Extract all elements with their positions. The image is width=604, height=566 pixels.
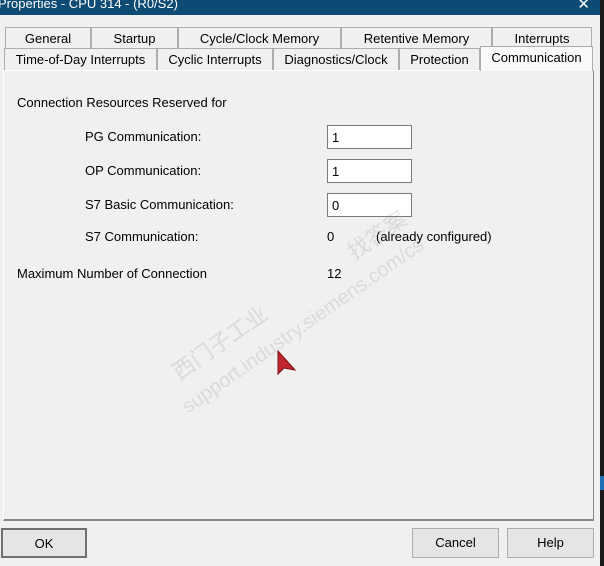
tab-time-of-day-interrupts[interactable]: Time-of-Day Interrupts [4,48,157,70]
tab-label: Cycle/Clock Memory [199,31,320,46]
s7-value: 0 [327,229,335,244]
ok-button[interactable]: OK [1,528,87,558]
pg-label: PG Communication: [85,129,202,144]
mouse-cursor-icon [277,350,297,376]
tab-label: Diagnostics/Clock [284,52,388,67]
button-label: Help [537,535,564,550]
tab-general[interactable]: General [5,27,91,49]
tab-diagnostics-clock[interactable]: Diagnostics/Clock [273,48,399,70]
tab-communication[interactable]: Communication [480,46,593,71]
tab-cycle-clock-memory[interactable]: Cycle/Clock Memory [178,27,341,49]
tab-label: Retentive Memory [363,31,470,46]
pg-communication-input[interactable] [327,125,412,149]
tab-startup[interactable]: Startup [91,27,178,49]
title-bar: Properties - CPU 314 - (R0/S2) ✕ [0,0,600,15]
cancel-button[interactable]: Cancel [412,528,499,558]
window-title: Properties - CPU 314 - (R0/S2) [0,0,178,11]
button-label: Cancel [435,535,476,550]
max-connection-value: 12 [327,266,342,281]
tab-label: Startup [113,31,156,46]
background-window-edge [600,0,604,566]
tab-protection[interactable]: Protection [399,48,480,70]
section-label: Connection Resources Reserved for [17,95,227,110]
button-label: OK [34,536,54,551]
close-icon[interactable]: ✕ [577,0,590,13]
max-connection-label: Maximum Number of Connection [17,266,208,281]
op-label: OP Communication: [85,163,202,178]
tab-label: Cyclic Interrupts [168,52,262,67]
op-communication-input[interactable] [327,159,412,183]
tab-label: Time-of-Day Interrupts [15,52,146,67]
tab-label: Protection [410,52,469,67]
s7basic-label: S7 Basic Communication: [85,197,234,212]
tab-cyclic-interrupts[interactable]: Cyclic Interrupts [157,48,273,70]
tab-label: Interrupts [514,31,570,46]
tab-label: General [24,31,72,46]
tab-retentive-memory[interactable]: Retentive Memory [341,27,492,49]
help-button[interactable]: Help [507,528,594,558]
tab-label: Communication [491,50,582,65]
s7-label: S7 Communication: [85,229,199,244]
